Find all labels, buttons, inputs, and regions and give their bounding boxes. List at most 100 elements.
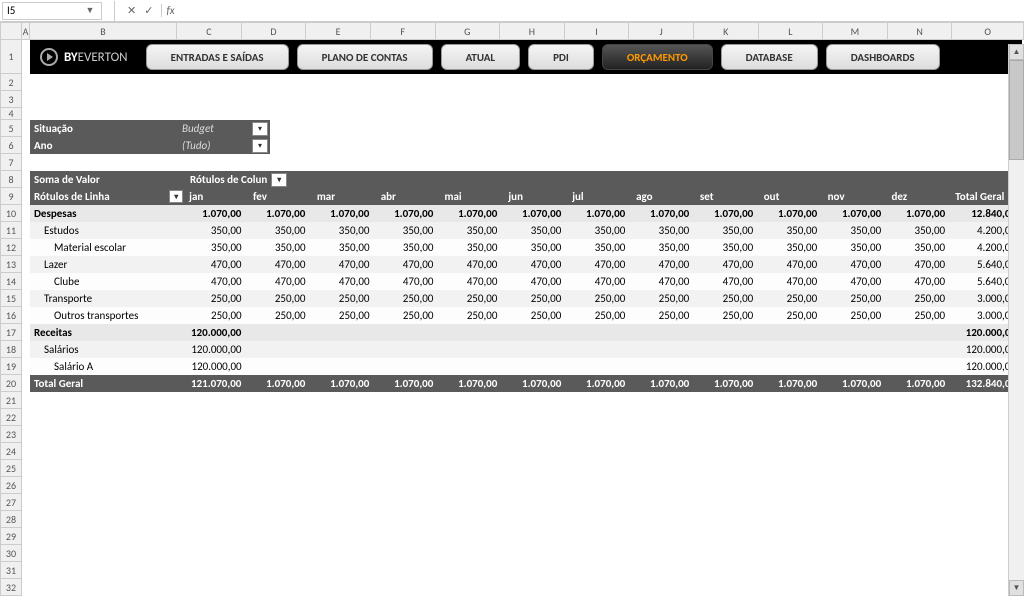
row-header-30[interactable]: 30 [0,545,22,562]
row-header-28[interactable]: 28 [0,511,22,528]
cell-value: 470,00 [631,258,695,271]
row-header-32[interactable]: 32 [0,579,22,596]
tab-or-amento[interactable]: ORÇAMENTO [602,44,713,70]
cell-value: 250,00 [312,309,376,322]
row-header-15[interactable]: 15 [0,290,22,307]
cell-value: 350,00 [184,241,248,254]
cell-value: 250,00 [631,309,695,322]
tab-database[interactable]: DATABASE [721,44,818,70]
name-box-dropdown-icon[interactable]: ▼ [83,5,97,16]
column-header-K[interactable]: K [694,22,759,40]
cancel-icon[interactable]: ✕ [123,4,140,17]
row-header-12[interactable]: 12 [0,239,22,256]
row-header-24[interactable]: 24 [0,443,22,460]
tab-dashboards[interactable]: DASHBOARDS [826,44,940,70]
cell-value: 470,00 [184,258,248,271]
row-header-16[interactable]: 16 [0,307,22,324]
row-header-10[interactable]: 10 [0,205,22,222]
column-header-J[interactable]: J [629,22,694,40]
row-header-21[interactable]: 21 [0,392,22,409]
cell-value: 470,00 [439,275,503,288]
name-box[interactable]: I5 ▼ [2,2,102,20]
column-header-D[interactable]: D [242,22,307,40]
column-header-A[interactable]: A [22,22,30,40]
cell-value: 250,00 [311,292,375,305]
row-labels-dropdown[interactable]: ▾ [169,190,183,203]
filter-dropdown-situacao[interactable]: ▾ [252,122,268,136]
fx-icon[interactable]: fx [161,4,178,17]
grand-total-value: 121.070,00 [183,377,247,390]
column-header-H[interactable]: H [500,22,565,40]
column-header-N[interactable]: N [888,22,953,40]
row-header-14[interactable]: 14 [0,273,22,290]
row-header-23[interactable]: 23 [0,426,22,443]
column-header-B[interactable]: B [30,22,177,40]
pivot-row: Transporte250,00250,00250,00250,00250,00… [30,290,1022,307]
row-header-1[interactable]: 1 [0,40,22,74]
row-header-27[interactable]: 27 [0,494,22,511]
column-header-G[interactable]: G [436,22,501,40]
cell-value: 470,00 [567,275,631,288]
cell-value: 250,00 [567,292,631,305]
row-header-2[interactable]: 2 [0,74,22,91]
row-header-19[interactable]: 19 [0,358,22,375]
row-header-7[interactable]: 7 [0,154,22,171]
row-header-5[interactable]: 5 [0,120,22,137]
row-header-4[interactable]: 4 [0,108,22,120]
row-header-20[interactable]: 20 [0,375,22,392]
row-header-11[interactable]: 11 [0,222,22,239]
vertical-scrollbar[interactable]: ▲ ▼ [1008,44,1024,596]
column-labels-dropdown[interactable]: ▾ [271,173,287,187]
month-header-abr: abr [377,190,441,203]
column-labels-cell: Rótulos de Colun ▾ [186,173,287,187]
filter-dropdown-ano[interactable]: ▾ [252,139,268,153]
cell-value: 470,00 [567,258,631,271]
cell-value: 350,00 [631,224,695,237]
grand-total-value: 1.070,00 [631,377,695,390]
column-header-M[interactable]: M [823,22,888,40]
cell-value: 250,00 [823,309,887,322]
row-header-9[interactable]: 9 [0,188,22,205]
pivot-row: Material escolar350,00350,00350,00350,00… [30,239,1022,256]
column-header-L[interactable]: L [759,22,824,40]
tab-pdi[interactable]: PDI [528,44,594,70]
cell-value: 1.070,00 [503,207,567,220]
tab-atual[interactable]: ATUAL [441,44,520,70]
select-all-corner[interactable] [0,22,22,40]
scroll-thumb[interactable] [1009,60,1024,160]
grand-total-value: 1.070,00 [439,377,503,390]
row-header-8[interactable]: 8 [0,171,22,188]
column-header-E[interactable]: E [306,22,371,40]
row-header-31[interactable]: 31 [0,562,22,579]
tab-plano-de-contas[interactable]: PLANO DE CONTAS [297,44,433,70]
row-header-22[interactable]: 22 [0,409,22,426]
row-header-17[interactable]: 17 [0,324,22,341]
column-header-I[interactable]: I [565,22,630,40]
cell-value: 1.070,00 [311,207,375,220]
cell-value: 470,00 [887,275,951,288]
scroll-up-icon[interactable]: ▲ [1009,44,1024,60]
cell-value: 350,00 [823,224,887,237]
row-header-3[interactable]: 3 [0,91,22,108]
cell-value: 1.070,00 [439,207,503,220]
month-header-mar: mar [313,190,377,203]
confirm-icon[interactable]: ✓ [140,4,157,17]
row-header-29[interactable]: 29 [0,528,22,545]
cell-value: 250,00 [823,292,887,305]
row-header-6[interactable]: 6 [0,137,22,154]
cell-value: 1.070,00 [887,207,951,220]
column-header-F[interactable]: F [371,22,436,40]
column-header-C[interactable]: C [177,22,242,40]
cell-value: 350,00 [184,224,248,237]
column-header-O[interactable]: O [952,22,1024,40]
row-header-13[interactable]: 13 [0,256,22,273]
row-header-25[interactable]: 25 [0,460,22,477]
column-labels-text: Rótulos de Colun [190,173,267,186]
row-header-18[interactable]: 18 [0,341,22,358]
scroll-down-icon[interactable]: ▼ [1009,580,1024,596]
tab-entradas-e-sa-das[interactable]: ENTRADAS E SAÍDAS [146,44,289,70]
month-header-jan: jan [185,190,249,203]
row-header-26[interactable]: 26 [0,477,22,494]
grand-total-value: 1.070,00 [567,377,631,390]
filter-panel: Situação Budget ▾ Ano (Tudo) ▾ [30,120,270,154]
